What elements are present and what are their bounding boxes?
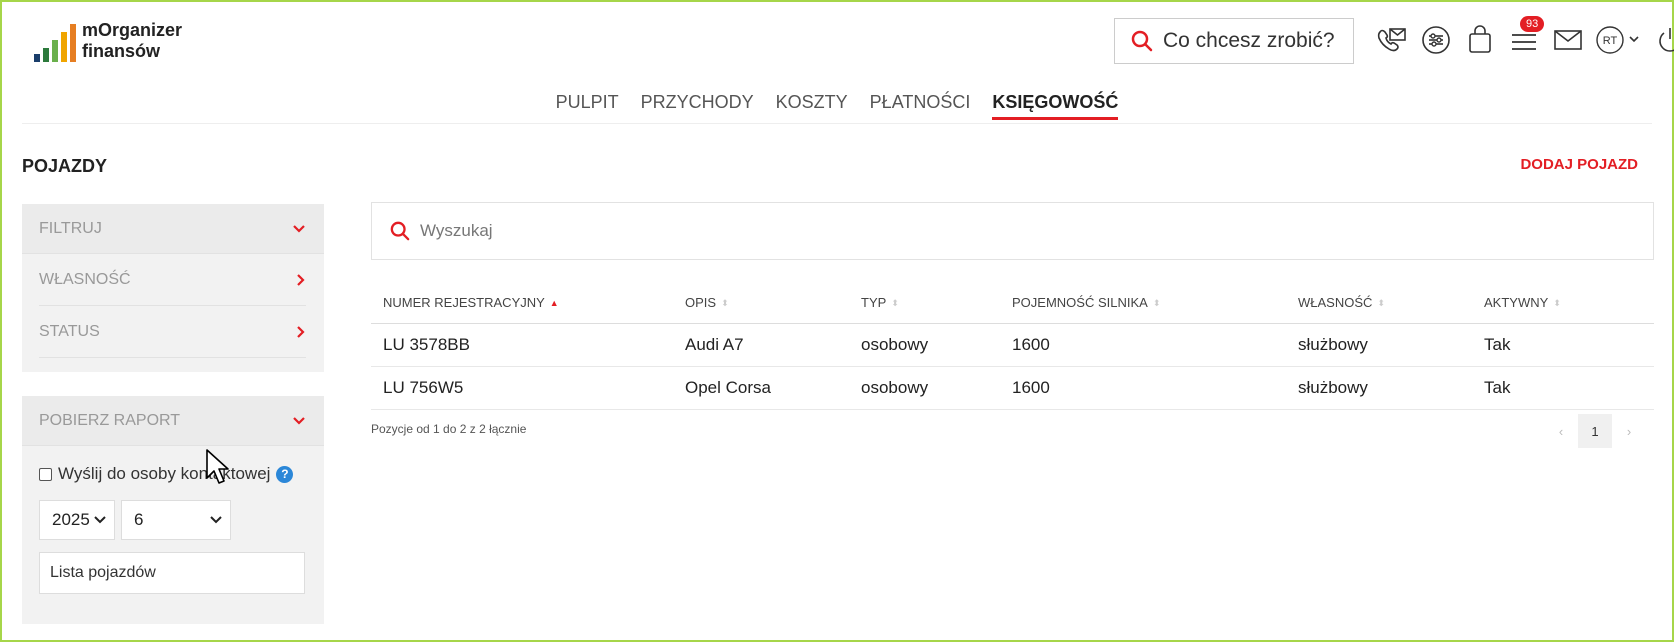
sort-icon: ⬍ xyxy=(721,298,729,309)
send-contact-row: Wyślij do osoby kontaktowej ? xyxy=(39,464,324,484)
search-icon xyxy=(1131,30,1153,52)
sort-icon: ⬍ xyxy=(1553,298,1561,309)
chevron-right-icon xyxy=(297,325,305,338)
nav-item-koszty[interactable]: KOSZTY xyxy=(776,92,848,120)
chevron-down-icon xyxy=(94,516,106,524)
filter-status[interactable]: STATUS xyxy=(39,306,306,358)
month-select[interactable]: 6 xyxy=(121,500,231,540)
vehicle-search-input[interactable]: Wyszukaj xyxy=(371,202,1654,260)
mail-icon[interactable] xyxy=(1552,24,1584,56)
logo-text: mOrganizer finansów xyxy=(82,20,182,62)
cell-ownership: służbowy xyxy=(1298,378,1368,397)
cell-engine: 1600 xyxy=(1012,335,1050,354)
col-ownership-label: WŁASNOŚĆ xyxy=(1298,295,1373,310)
table-row[interactable]: LU 3578BB Audi A7 osobowy 1600 służbowy … xyxy=(371,324,1654,367)
col-engine-label: POJEMNOŚĆ SILNIKA xyxy=(1012,295,1148,310)
month-value: 6 xyxy=(134,510,144,529)
send-contact-checkbox[interactable] xyxy=(39,467,52,481)
filter-panel: FILTRUJ WŁASNOŚĆ STATUS xyxy=(22,204,324,372)
col-type[interactable]: TYP ⬍ xyxy=(861,295,1012,310)
page-title: POJAZDY xyxy=(22,156,108,176)
header-divider xyxy=(22,123,1652,124)
col-active[interactable]: AKTYWNY ⬍ xyxy=(1484,295,1654,310)
mouse-cursor-icon xyxy=(206,449,229,484)
col-ownership[interactable]: WŁASNOŚĆ ⬍ xyxy=(1298,295,1484,310)
sort-icon: ⬍ xyxy=(1377,298,1385,309)
help-icon[interactable]: ? xyxy=(276,465,294,483)
table-header: NUMER REJESTRACYJNY ▲ OPIS ⬍ TYP ⬍ POJEMNOŚ… xyxy=(371,282,1654,324)
cell-registration: LU 3578BB xyxy=(383,335,470,354)
pagination: ‹ 1 › xyxy=(1544,414,1646,448)
nav-item-platnosci[interactable]: PŁATNOŚCI xyxy=(870,92,971,120)
col-registration-label: NUMER REJESTRACYJNY xyxy=(383,295,545,310)
report-toggle[interactable]: POBIERZ RAPORT xyxy=(22,396,324,446)
shopping-bag-icon[interactable] xyxy=(1464,24,1496,56)
next-page-button[interactable]: › xyxy=(1612,414,1646,448)
cell-ownership: służbowy xyxy=(1298,335,1368,354)
global-search-placeholder: Co chcesz zrobić? xyxy=(1163,29,1335,52)
power-icon[interactable] xyxy=(1654,24,1674,56)
send-contact-label[interactable]: Wyślij do osoby kontaktowej xyxy=(58,464,270,484)
phone-mail-icon[interactable] xyxy=(1376,24,1408,56)
status-label: STATUS xyxy=(39,322,100,340)
col-active-label: AKTYWNY xyxy=(1484,295,1549,310)
report-panel: POBIERZ RAPORT Wyślij do osoby kontaktow… xyxy=(22,396,324,624)
cell-type: osobowy xyxy=(861,378,929,397)
app-logo[interactable]: mOrganizer finansów xyxy=(34,20,182,62)
vehicle-search-placeholder: Wyszukaj xyxy=(420,221,493,240)
page-number-button[interactable]: 1 xyxy=(1578,414,1612,448)
settings-sliders-icon[interactable] xyxy=(1420,24,1452,56)
sort-asc-icon: ▲ xyxy=(549,298,559,309)
col-engine[interactable]: POJEMNOŚĆ SILNIKA ⬍ xyxy=(1012,295,1298,310)
col-description-label: OPIS xyxy=(685,295,717,310)
search-icon xyxy=(390,221,410,241)
prev-page-button[interactable]: ‹ xyxy=(1544,414,1578,448)
cell-description: Audi A7 xyxy=(685,335,744,354)
table-row[interactable]: LU 756W5 Opel Corsa osobowy 1600 służbow… xyxy=(371,367,1654,410)
user-avatar[interactable]: RT xyxy=(1596,24,1642,56)
year-value: 2025 xyxy=(52,510,90,529)
cell-type: osobowy xyxy=(861,335,929,354)
notification-badge: 93 xyxy=(1520,16,1545,32)
main-nav: PULPIT PRZYCHODY KOSZTY PŁATNOŚCI KSIĘGO… xyxy=(0,92,1674,120)
report-type-field[interactable]: Lista pojazdów xyxy=(39,552,305,594)
header-icons: 93 RT xyxy=(1376,16,1674,58)
menu-list-icon[interactable]: 93 xyxy=(1508,16,1545,56)
vehicles-table: NUMER REJESTRACYJNY ▲ OPIS ⬍ TYP ⬍ POJEMNOŚ… xyxy=(371,282,1654,410)
period-selects: 2025 6 xyxy=(39,500,324,540)
chevron-down-icon xyxy=(210,516,222,524)
chevron-down-icon xyxy=(293,416,305,425)
sort-icon: ⬍ xyxy=(1152,298,1161,309)
ownership-label: WŁASNOŚĆ xyxy=(39,270,131,288)
pagination-info: Pozycje od 1 do 2 z 2 łącznie xyxy=(371,422,527,436)
report-type-value: Lista pojazdów xyxy=(50,564,156,581)
filter-ownership[interactable]: WŁASNOŚĆ xyxy=(39,254,306,306)
global-search-input[interactable]: Co chcesz zrobić? xyxy=(1114,18,1354,64)
col-registration[interactable]: NUMER REJESTRACYJNY ▲ xyxy=(371,295,685,310)
logo-line2: finansów xyxy=(82,41,161,61)
user-initials: RT xyxy=(1603,35,1618,47)
col-description[interactable]: OPIS ⬍ xyxy=(685,295,861,310)
add-vehicle-button[interactable]: DODAJ POJAZD xyxy=(1520,156,1638,173)
cell-registration: LU 756W5 xyxy=(383,378,464,397)
nav-item-ksiegowosc[interactable]: KSIĘGOWOŚĆ xyxy=(992,92,1119,120)
filter-label: FILTRUJ xyxy=(39,219,102,237)
cell-engine: 1600 xyxy=(1012,378,1050,397)
filter-toggle[interactable]: FILTRUJ xyxy=(22,204,324,254)
cell-active: Tak xyxy=(1484,378,1511,397)
cell-active: Tak xyxy=(1484,335,1511,354)
col-type-label: TYP xyxy=(861,295,887,310)
logo-line1: mOrganizer xyxy=(82,20,183,40)
chevron-right-icon xyxy=(297,273,305,286)
sort-icon: ⬍ xyxy=(891,298,899,309)
report-label: POBIERZ RAPORT xyxy=(39,411,181,429)
cell-description: Opel Corsa xyxy=(685,378,771,397)
nav-item-pulpit[interactable]: PULPIT xyxy=(556,92,619,120)
year-select[interactable]: 2025 xyxy=(39,500,115,540)
logo-bars-icon xyxy=(34,22,76,62)
chevron-down-icon xyxy=(293,224,305,233)
nav-item-przychody[interactable]: PRZYCHODY xyxy=(641,92,754,120)
